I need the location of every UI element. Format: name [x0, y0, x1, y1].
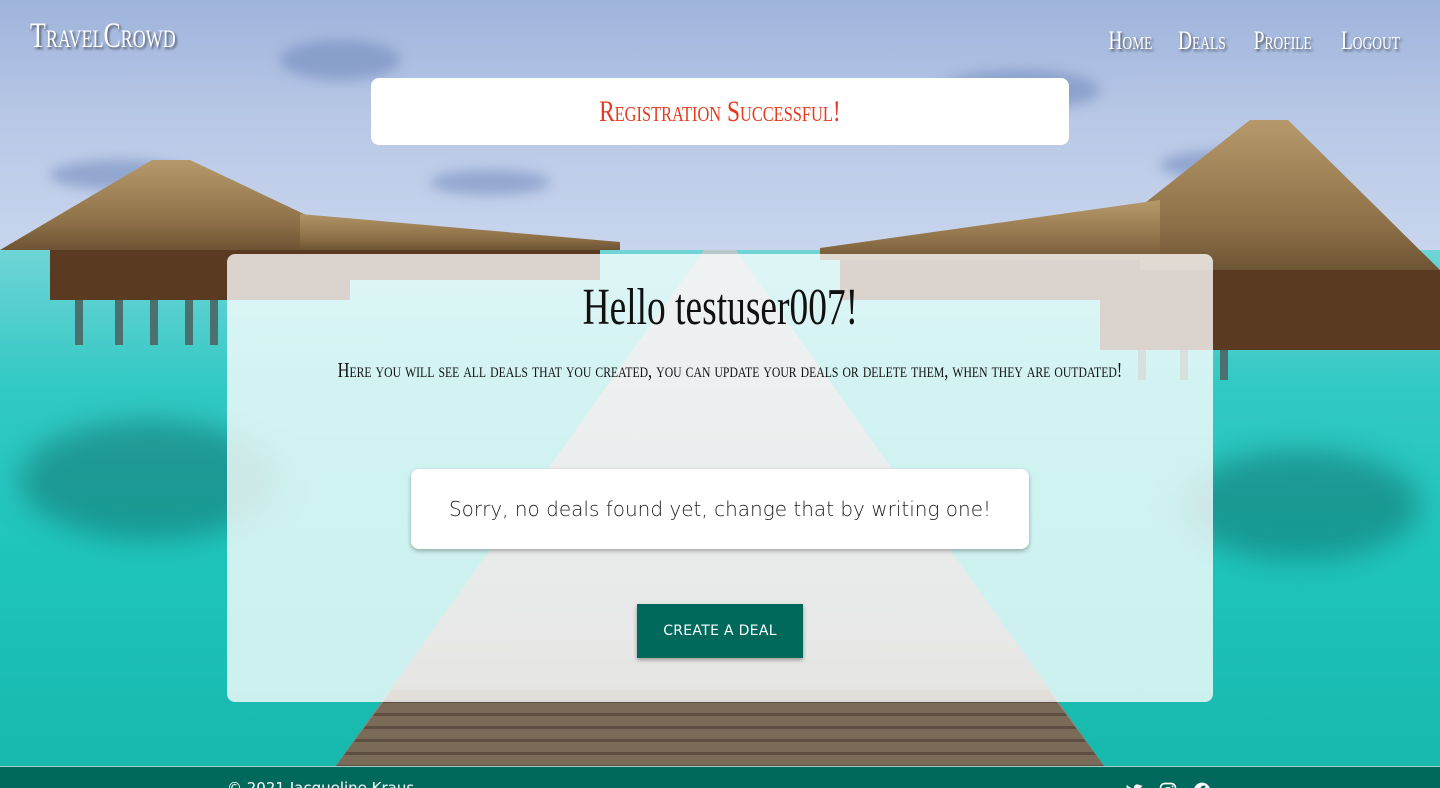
greeting-text: Hello testuser007! [582, 279, 858, 336]
facebook-icon[interactable] [1192, 781, 1212, 788]
main-nav: Home Deals Profile Logout [1091, 26, 1410, 56]
copyright-text: © 2021 Jacqueline Kraus [227, 779, 415, 788]
twitter-icon[interactable] [1124, 781, 1144, 788]
nav-deals[interactable]: Deals [1178, 26, 1226, 56]
nav-home[interactable]: Home [1108, 26, 1152, 56]
instagram-icon[interactable] [1158, 781, 1178, 788]
page-title: Hello testuser007! [227, 278, 1213, 337]
footer: © 2021 Jacqueline Kraus [0, 766, 1440, 788]
intro-text-content: Here you will see all deals that you cre… [337, 358, 1123, 382]
intro-text: Here you will see all deals that you cre… [227, 358, 1213, 383]
brand-logo[interactable]: TravelCrowd [30, 14, 176, 56]
profile-card: Hello testuser007! Here you will see all… [227, 254, 1213, 702]
flash-message: Registration Successful! [371, 78, 1069, 145]
create-deal-button[interactable]: CREATE A DEAL [637, 604, 803, 658]
social-links [1124, 781, 1212, 788]
nav-logout[interactable]: Logout [1341, 26, 1400, 56]
flash-message-text: Registration Successful! [599, 94, 841, 128]
nav-profile[interactable]: Profile [1253, 26, 1311, 56]
no-deals-message: Sorry, no deals found yet, change that b… [411, 469, 1029, 549]
